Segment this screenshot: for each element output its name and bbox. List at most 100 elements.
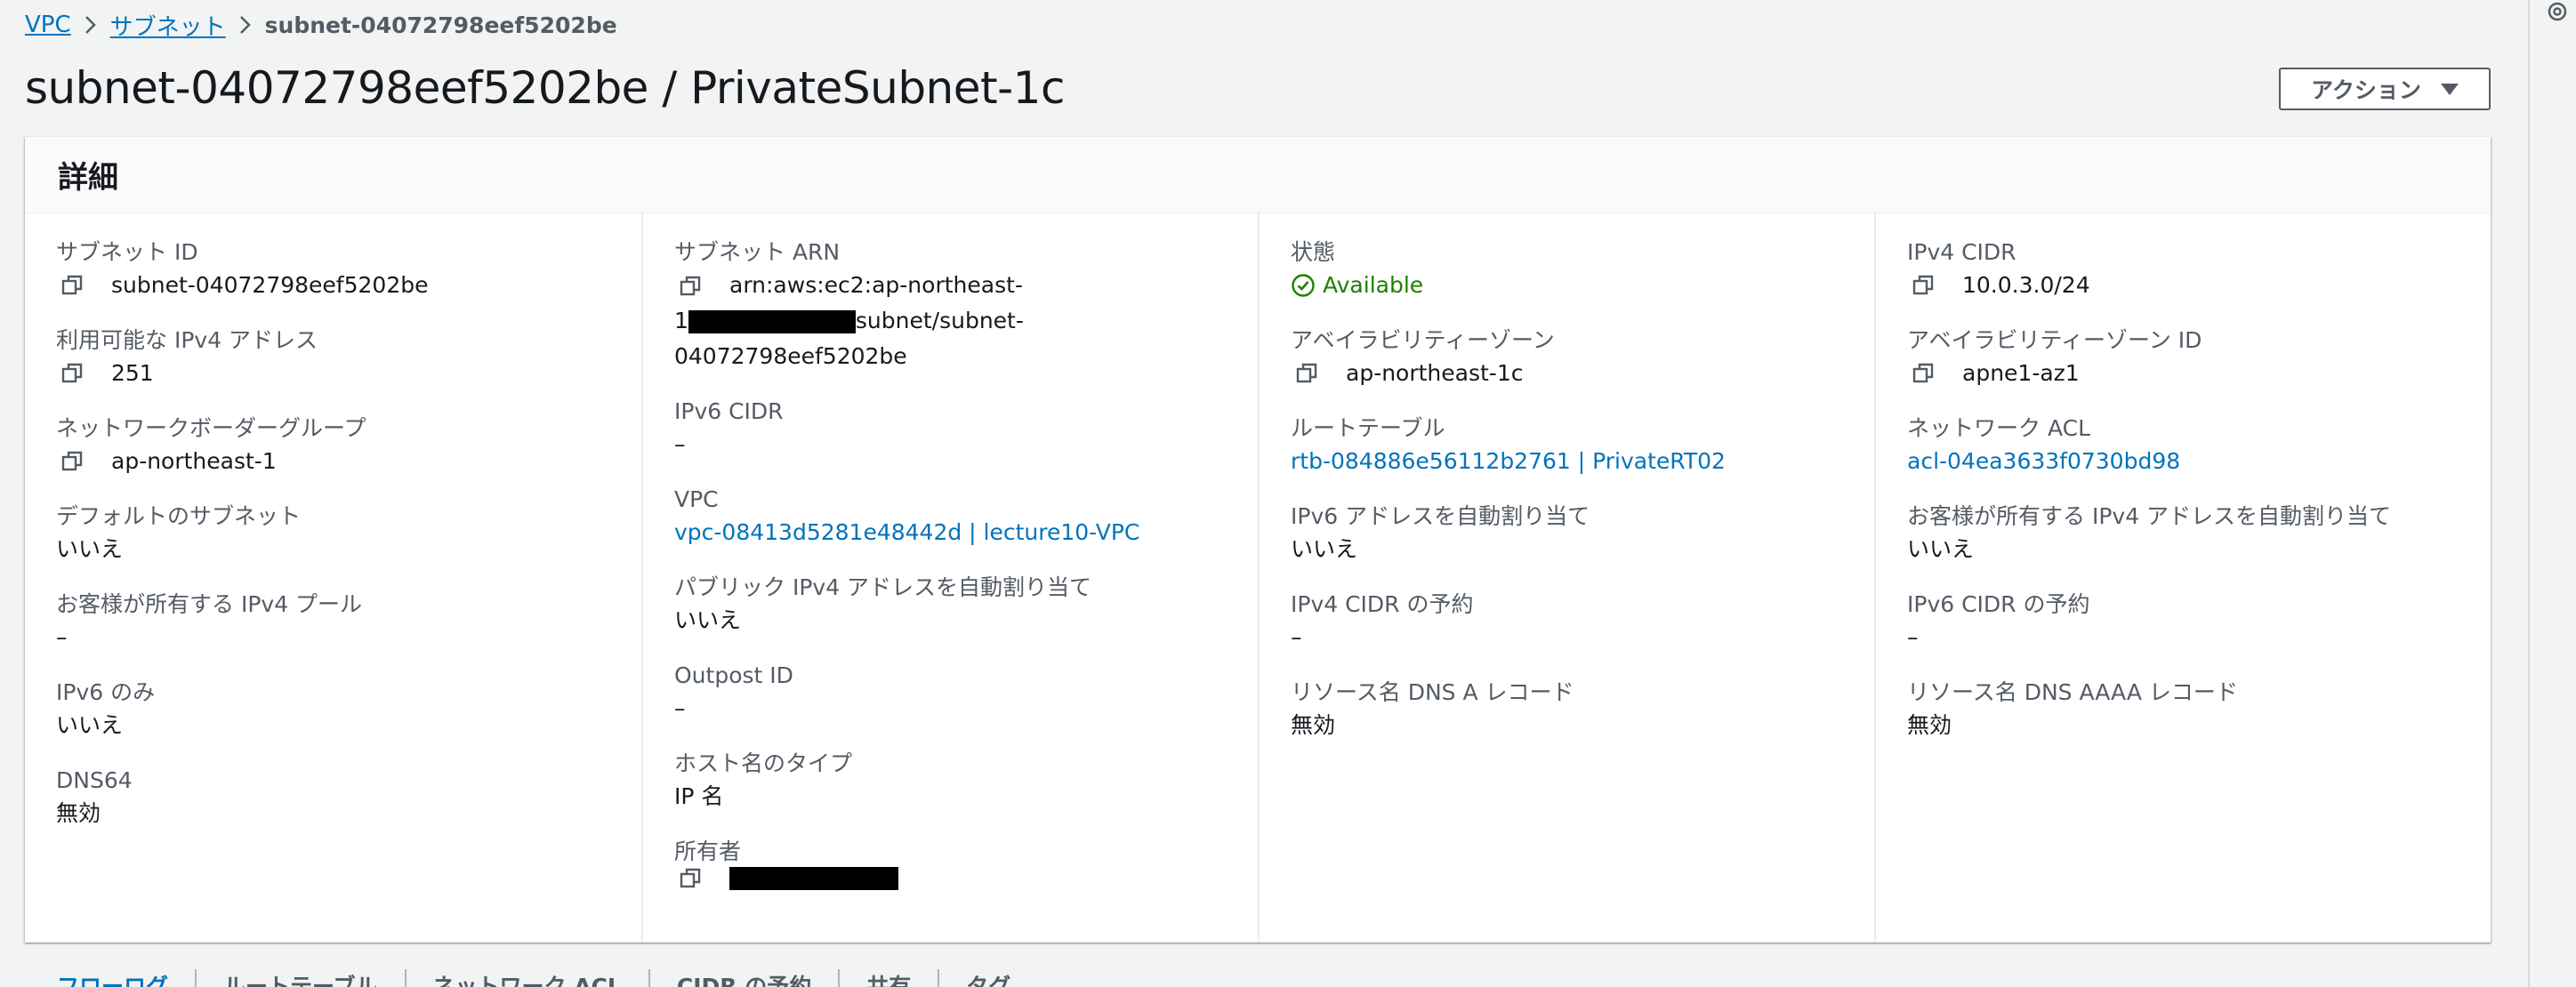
copy-icon[interactable] [61, 362, 85, 385]
actions-dropdown-button[interactable]: アクション [2279, 68, 2491, 110]
field-label: 状態 [1291, 239, 1336, 265]
settings-icon[interactable] [2542, 0, 2572, 27]
redacted-account-id [688, 310, 856, 333]
ipv4-cidr-value: 10.0.3.0/24 [1962, 272, 2090, 298]
field-label: サブネット ARN [674, 239, 841, 265]
hostname-type-field: ホスト名のタイプ IP 名 [674, 749, 1227, 814]
field-label: パブリック IPv4 アドレスを自動割り当て [674, 574, 1092, 600]
auto-public-ipv4-field: パブリック IPv4 アドレスを自動割り当て いいえ [674, 573, 1227, 638]
breadcrumb: VPC サブネット subnet-04072798eef5202be [25, 9, 617, 41]
default-subnet-field: デフォルトのサブネット いいえ [56, 502, 610, 567]
state-value: Available [1323, 272, 1424, 298]
dns-a-record-field: リソース名 DNS A レコード 無効 [1291, 678, 1843, 743]
route-table-link[interactable]: rtb-084886e56112b2761 | PrivateRT02 [1291, 444, 1726, 479]
field-label: IPv4 CIDR [1907, 239, 2017, 265]
field-label: ネットワーク ACL [1907, 415, 2090, 441]
ipv6-cidr-reservation-field: IPv6 CIDR の予約 – [1907, 590, 2459, 655]
auto-ipv6-value: いいえ [1291, 536, 1358, 562]
field-label: IPv4 CIDR の予約 [1291, 591, 1474, 617]
subnet-arn-line2-prefix: 1 [674, 308, 688, 333]
field-label: VPC [674, 486, 719, 512]
copy-icon[interactable] [1912, 274, 1936, 297]
details-column-4: IPv4 CIDR 10.0.3.0/24 アベイラビリティーゾーン ID ap… [1874, 213, 2491, 943]
field-label: リソース名 DNS AAAA レコード [1907, 679, 2238, 705]
copy-icon[interactable] [61, 274, 85, 297]
chevron-right-icon [71, 9, 110, 41]
dns-aaaa-record-value: 無効 [1907, 712, 1952, 738]
auto-public-ipv4-value: いいえ [674, 607, 742, 633]
field-label: IPv6 CIDR の予約 [1907, 591, 2090, 617]
field-label: DNS64 [56, 767, 133, 793]
outpost-id-value: – [674, 695, 686, 721]
dns-aaaa-record-field: リソース名 DNS AAAA レコード 無効 [1907, 678, 2459, 743]
side-panel-divider [2528, 0, 2530, 987]
hostname-type-value: IP 名 [674, 783, 724, 809]
tab-network-acl[interactable]: ネットワーク ACL [407, 969, 650, 987]
field-label: リソース名 DNS A レコード [1291, 679, 1574, 705]
page-title: subnet-04072798eef5202be / PrivateSubnet… [25, 62, 1065, 114]
tab-flow-logs[interactable]: フローログ [25, 969, 197, 987]
field-label: 所有者 [674, 839, 742, 864]
availability-zone-id-value: apne1-az1 [1962, 360, 2080, 386]
dns-a-record-value: 無効 [1291, 712, 1336, 738]
default-subnet-value: いいえ [56, 536, 124, 562]
auto-ipv6-field: IPv6 アドレスを自動割り当て いいえ [1291, 502, 1843, 567]
available-ipv4-value: 251 [111, 360, 154, 386]
subnet-arn-line1: arn:aws:ec2:ap-northeast- [729, 272, 1023, 298]
copy-icon[interactable] [680, 867, 703, 890]
subnet-arn-field: サブネット ARN arn:aws:ec2:ap-northeast- 1 sub… [674, 237, 1227, 374]
copy-icon[interactable] [61, 450, 85, 473]
details-header: 詳細 [25, 137, 2491, 213]
availability-zone-id-field: アベイラビリティーゾーン ID apne1-az1 [1907, 325, 2459, 391]
vpc-field: VPC vpc-08413d5281e48442d | lecture10-VP… [674, 485, 1227, 550]
network-border-group-field: ネットワークボーダーグループ ap-northeast-1 [56, 413, 610, 479]
actions-label: アクション [2311, 78, 2421, 103]
field-label: お客様が所有する IPv4 プール [56, 591, 363, 617]
owned-ipv4-pool-field: お客様が所有する IPv4 プール – [56, 590, 610, 655]
tab-tags[interactable]: タグ [939, 969, 1037, 987]
ipv6-cidr-reservation-value: – [1907, 624, 1919, 650]
breadcrumb-current: subnet-04072798eef5202be [264, 12, 617, 38]
ipv6-only-field: IPv6 のみ いいえ [56, 678, 610, 743]
details-column-3: 状態 Available アベイラビリティーゾーン ap-northeast-1… [1258, 213, 1874, 943]
field-label: 利用可能な IPv4 アドレス [56, 327, 318, 353]
breadcrumb-vpc-link[interactable]: VPC [25, 12, 71, 38]
field-label: IPv6 CIDR [674, 398, 784, 424]
tab-cidr-reservations[interactable]: CIDR の予約 [650, 969, 841, 987]
availability-zone-field: アベイラビリティーゾーン ap-northeast-1c [1291, 325, 1843, 391]
field-label: アベイラビリティーゾーン [1291, 327, 1555, 353]
state-field: 状態 Available [1291, 237, 1843, 303]
details-card: 詳細 サブネット ID subnet-04072798eef5202be 利用可… [25, 137, 2491, 943]
dns64-field: DNS64 無効 [56, 766, 610, 831]
field-label: アベイラビリティーゾーン ID [1907, 327, 2202, 353]
owner-field: 所有者 [674, 837, 1227, 890]
field-label: サブネット ID [56, 239, 198, 265]
breadcrumb-subnets-link[interactable]: サブネット [110, 9, 226, 42]
ipv6-cidr-field: IPv6 CIDR – [674, 397, 1227, 462]
field-label: ホスト名のタイプ [674, 750, 853, 776]
dns64-value: 無効 [56, 800, 101, 826]
chevron-right-icon [226, 9, 265, 41]
details-grid: サブネット ID subnet-04072798eef5202be 利用可能な … [25, 213, 2491, 943]
route-table-field: ルートテーブル rtb-084886e56112b2761 | PrivateR… [1291, 413, 1843, 479]
field-label: お客様が所有する IPv4 アドレスを自動割り当て [1907, 503, 2392, 529]
copy-icon[interactable] [1912, 362, 1936, 385]
owned-ipv4-auto-assign-field: お客様が所有する IPv4 アドレスを自動割り当て いいえ [1907, 502, 2459, 567]
copy-icon[interactable] [1296, 362, 1319, 385]
field-label: ルートテーブル [1291, 415, 1445, 441]
ipv4-cidr-reservation-value: – [1291, 624, 1302, 650]
tab-sharing[interactable]: 共有 [840, 969, 940, 987]
network-acl-link[interactable]: acl-04ea3633f0730bd98 [1907, 444, 2180, 479]
field-label: Outpost ID [674, 662, 793, 688]
ipv4-cidr-field: IPv4 CIDR 10.0.3.0/24 [1907, 237, 2459, 303]
field-label: IPv6 アドレスを自動割り当て [1291, 503, 1590, 529]
field-label: IPv6 のみ [56, 679, 156, 705]
tab-route-table[interactable]: ルートテーブル [197, 969, 407, 987]
ipv6-cidr-value: – [674, 431, 686, 457]
vpc-link[interactable]: vpc-08413d5281e48442d | lecture10-VPC [674, 515, 1139, 550]
ipv6-only-value: いいえ [56, 712, 124, 738]
caret-down-icon [2440, 83, 2459, 95]
copy-icon[interactable] [680, 275, 703, 298]
field-label: デフォルトのサブネット [56, 503, 302, 529]
details-column-2: サブネット ARN arn:aws:ec2:ap-northeast- 1 sub… [641, 213, 1258, 943]
